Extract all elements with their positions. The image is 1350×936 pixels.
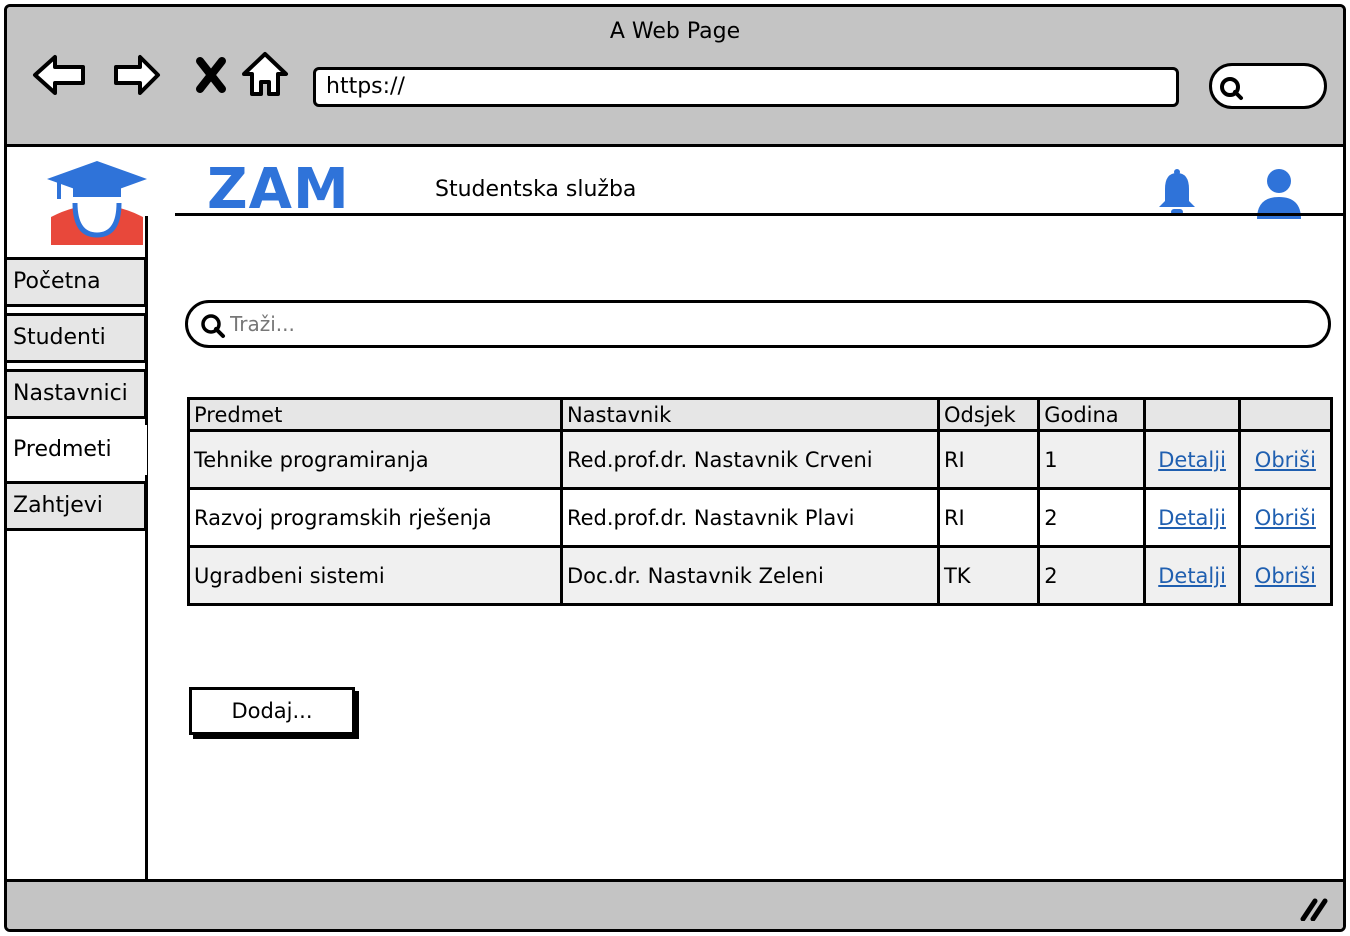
cell-nastavnik: Red.prof.dr. Nastavnik Plavi xyxy=(559,487,940,548)
sidebar-item-nastavnici[interactable]: Nastavnici xyxy=(7,369,147,419)
app-subtitle: Studentska služba xyxy=(435,177,637,202)
graduation-cap-logo-icon xyxy=(45,159,149,249)
column-header-godina: Godina xyxy=(1037,397,1147,432)
delete-link[interactable]: Obriši xyxy=(1255,506,1316,530)
column-header-nastavnik: Nastavnik xyxy=(559,397,940,432)
cell-odsjek: RI xyxy=(936,487,1041,548)
sidebar-item-pocetna[interactable]: Početna xyxy=(7,257,147,307)
table-header-row: Predmet Nastavnik Odsjek Godina xyxy=(187,397,1334,432)
browser-window: A Web Page https:// ZAM Studentska služb… xyxy=(4,4,1346,932)
add-subject-button[interactable]: Dodaj... xyxy=(189,687,355,735)
browser-search-field[interactable] xyxy=(1209,63,1327,109)
cell-predmet: Razvoj programskih rješenja xyxy=(187,487,563,548)
search-bar xyxy=(185,300,1331,348)
search-input[interactable] xyxy=(230,309,1310,339)
cell-details: Detalji xyxy=(1143,487,1241,548)
table-row: Tehnike programiranja Red.prof.dr. Nasta… xyxy=(187,429,1334,490)
cell-godina: 2 xyxy=(1037,545,1147,606)
sidebar-item-predmeti[interactable]: Predmeti xyxy=(7,425,147,475)
details-link[interactable]: Detalji xyxy=(1158,448,1226,472)
browser-toolbar: A Web Page https:// xyxy=(7,7,1343,147)
cell-delete: Obriši xyxy=(1237,487,1334,548)
back-arrow-icon xyxy=(33,55,85,95)
home-icon xyxy=(242,52,288,96)
home-button[interactable] xyxy=(237,45,293,105)
sidebar-item-zahtjevi[interactable]: Zahtjevi xyxy=(7,481,147,531)
sidebar-item-studenti[interactable]: Studenti xyxy=(7,313,147,363)
cell-nastavnik: Doc.dr. Nastavnik Zeleni xyxy=(559,545,940,606)
cell-delete: Obriši xyxy=(1237,545,1334,606)
browser-status-bar xyxy=(7,879,1343,929)
cell-odsjek: RI xyxy=(936,429,1041,490)
cell-odsjek: TK xyxy=(936,545,1041,606)
user-icon xyxy=(1257,169,1301,219)
details-link[interactable]: Detalji xyxy=(1158,564,1226,588)
stop-button[interactable] xyxy=(183,45,239,105)
forward-button[interactable] xyxy=(109,45,165,105)
cell-nastavnik: Red.prof.dr. Nastavnik Crveni xyxy=(559,429,940,490)
bell-icon xyxy=(1159,169,1195,215)
delete-link[interactable]: Obriši xyxy=(1255,448,1316,472)
delete-link[interactable]: Obriši xyxy=(1255,564,1316,588)
table-row: Razvoj programskih rješenja Red.prof.dr.… xyxy=(187,487,1334,548)
table-row: Ugradbeni sistemi Doc.dr. Nastavnik Zele… xyxy=(187,545,1334,606)
column-header-predmet: Predmet xyxy=(187,397,563,432)
cell-godina: 1 xyxy=(1037,429,1147,490)
column-header-details xyxy=(1143,397,1241,432)
window-title: A Web Page xyxy=(609,19,741,44)
search-icon xyxy=(1220,77,1243,100)
details-link[interactable]: Detalji xyxy=(1158,506,1226,530)
cell-godina: 2 xyxy=(1037,487,1147,548)
column-header-delete xyxy=(1237,397,1334,432)
resize-grip-icon[interactable] xyxy=(1299,895,1329,921)
cell-details: Detalji xyxy=(1143,545,1241,606)
close-icon xyxy=(196,57,226,93)
forward-arrow-icon xyxy=(114,55,160,95)
url-field[interactable]: https:// xyxy=(313,67,1179,107)
header-divider xyxy=(175,213,1343,216)
cell-predmet: Ugradbeni sistemi xyxy=(187,545,563,606)
subjects-table: Predmet Nastavnik Odsjek Godina Tehnike … xyxy=(187,397,1334,606)
cell-details: Detalji xyxy=(1143,429,1241,490)
column-header-odsjek: Odsjek xyxy=(936,397,1041,432)
cell-delete: Obriši xyxy=(1237,429,1334,490)
back-button[interactable] xyxy=(31,45,87,105)
cell-predmet: Tehnike programiranja xyxy=(187,429,563,490)
search-icon xyxy=(201,314,225,338)
